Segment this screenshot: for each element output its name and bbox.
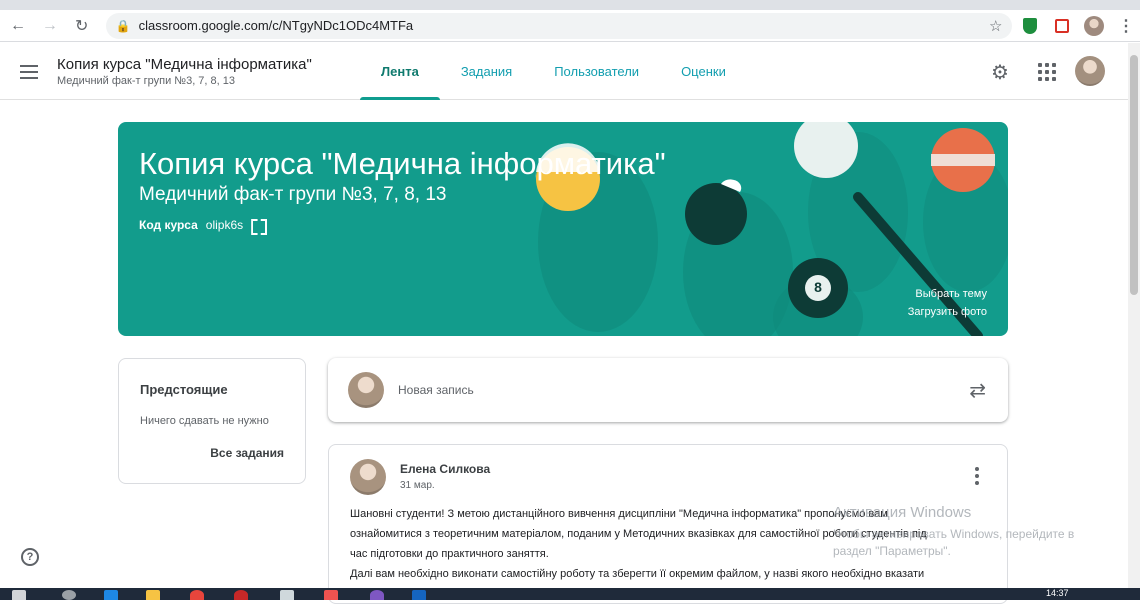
back-icon[interactable]: ← (4, 12, 32, 40)
viber-icon[interactable] (370, 590, 384, 600)
tab-stream[interactable]: Лента (360, 43, 440, 100)
chrome-icon[interactable] (190, 590, 204, 600)
word-icon[interactable] (412, 590, 426, 600)
extension-red-icon[interactable] (1048, 12, 1076, 40)
fullscreen-expand-icon[interactable] (251, 219, 263, 231)
settings-gear-icon[interactable]: ⚙ (988, 60, 1012, 84)
windows-activation-title: Активация Windows (833, 504, 972, 521)
app-icon[interactable] (324, 590, 338, 600)
tab-people[interactable]: Пользователи (533, 43, 660, 100)
header-course-title[interactable]: Копия курса "Медична інформатика" (57, 56, 312, 73)
repost-icon[interactable]: ⇄ (969, 378, 986, 403)
browser-profile-avatar[interactable] (1080, 12, 1108, 40)
browser-toolbar: ← → ↻ 🔒 classroom.google.com/c/NTgyNDc1O… (0, 10, 1140, 42)
url-text[interactable]: classroom.google.com/c/NTgyNDc1ODc4MTFa (139, 18, 414, 33)
course-banner: Копия курса "Медична інформатика" Медичн… (118, 122, 1008, 336)
course-tabs: Лента Задания Пользователи Оценки (360, 43, 747, 100)
extension-shield-icon[interactable] (1016, 12, 1044, 40)
banner-course-title: Копия курса "Медична інформатика" (139, 146, 666, 181)
app-icon[interactable] (280, 590, 294, 600)
upcoming-title: Предстоящие (140, 382, 228, 397)
course-code-value: olipk6s (205, 218, 244, 232)
search-icon[interactable] (62, 590, 76, 600)
address-bar[interactable]: 🔒 classroom.google.com/c/NTgyNDc1ODc4MTF… (105, 12, 1013, 39)
reload-icon[interactable]: ↻ (68, 12, 96, 40)
tab-grades[interactable]: Оценки (660, 43, 747, 100)
eight-ball-number: 8 (814, 279, 822, 295)
account-avatar[interactable] (1075, 56, 1105, 86)
folder-icon[interactable] (146, 590, 160, 600)
taskbar-clock[interactable]: 14:37 (1046, 588, 1069, 598)
select-theme-link[interactable]: Выбрать тему (915, 288, 987, 300)
lock-icon: 🔒 (115, 18, 131, 33)
browser-tab-strip (0, 0, 1140, 10)
upcoming-empty-text: Ничего сдавать не нужно (140, 415, 269, 427)
view-all-assignments-link[interactable]: Все задания (210, 446, 284, 460)
help-icon[interactable]: ? (21, 548, 39, 566)
bookmark-star-icon[interactable]: ☆ (989, 17, 1002, 35)
post-author: Елена Силкова (400, 462, 491, 476)
windows-taskbar: 14:37 (0, 588, 1140, 600)
forward-icon[interactable]: → (36, 12, 64, 40)
upload-photo-link[interactable]: Загрузить фото (908, 306, 987, 318)
scrollbar-thumb[interactable] (1130, 55, 1138, 295)
windows-activation-text: раздел "Параметры". (833, 544, 951, 558)
post-date: 31 мар. (400, 480, 435, 491)
app-header: Копия курса "Медична інформатика" Медичн… (0, 43, 1128, 100)
avatar (348, 372, 384, 408)
windows-activation-text: Чтобы активировать Windows, перейдите в (833, 527, 1075, 541)
banner-course-subtitle: Медичний фак-т групи №3, 7, 8, 13 (139, 184, 447, 205)
course-code-row: Код курса olipk6s (139, 218, 263, 232)
upcoming-card: Предстоящие Ничего сдавать не нужно Все … (118, 358, 306, 484)
hamburger-menu-icon[interactable] (20, 60, 44, 84)
start-icon[interactable] (12, 590, 26, 600)
header-course-subtitle: Медичний фак-т групи №3, 7, 8, 13 (57, 75, 236, 87)
edge-icon[interactable] (104, 590, 118, 600)
new-post-box[interactable]: Новая запись ⇄ (328, 358, 1008, 422)
avatar (350, 459, 386, 495)
google-apps-icon[interactable] (1035, 60, 1059, 84)
opera-icon[interactable] (234, 590, 248, 600)
stream-post: Елена Силкова 31 мар. Шановні студенти! … (328, 444, 1008, 604)
page-scrollbar[interactable] (1128, 43, 1140, 588)
course-code-label: Код курса (139, 218, 198, 232)
post-line: Далі вам необхідно виконати самостійну р… (350, 568, 925, 580)
browser-menu-icon[interactable]: ⋮ (1112, 12, 1140, 40)
tab-classwork[interactable]: Задания (440, 43, 533, 100)
new-post-placeholder[interactable]: Новая запись (398, 383, 474, 397)
post-options-icon[interactable] (975, 467, 979, 485)
